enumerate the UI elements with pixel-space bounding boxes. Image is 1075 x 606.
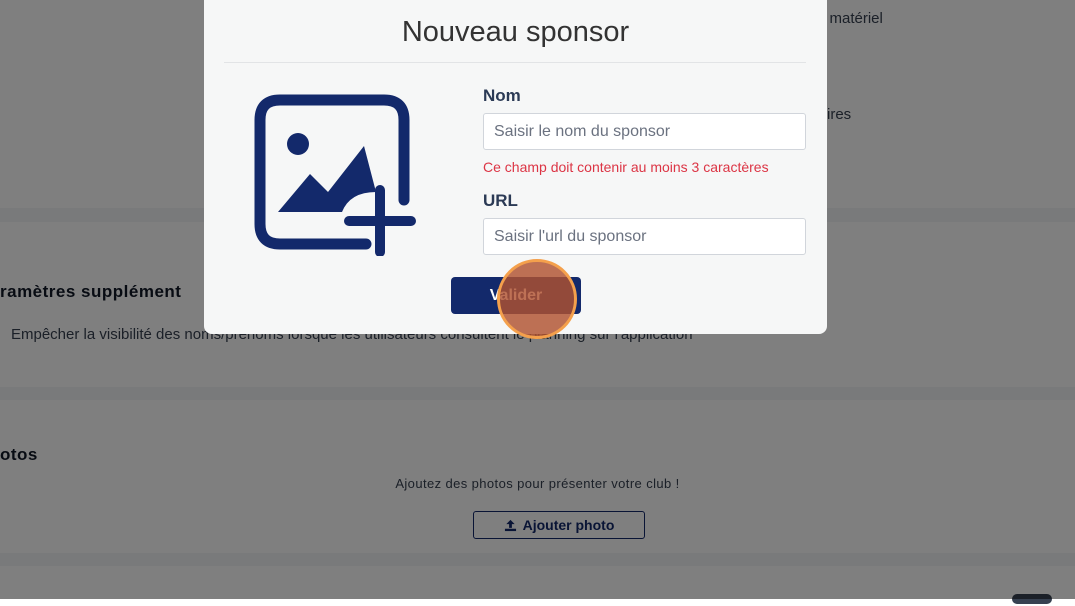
modal-title: Nouveau sponsor <box>401 16 630 48</box>
sponsor-name-input[interactable] <box>483 113 806 150</box>
submit-button[interactable]: Valider <box>451 277 581 314</box>
modal-divider <box>224 62 806 63</box>
name-error-message: Ce champ doit contenir au moins 3 caract… <box>483 159 769 175</box>
sponsor-url-input[interactable] <box>483 218 806 255</box>
name-label: Nom <box>483 86 521 105</box>
url-label: URL <box>483 191 518 210</box>
add-image-icon[interactable] <box>254 94 416 256</box>
new-sponsor-modal: Nouveau sponsor Nom Ce champ doit conten… <box>204 0 827 334</box>
